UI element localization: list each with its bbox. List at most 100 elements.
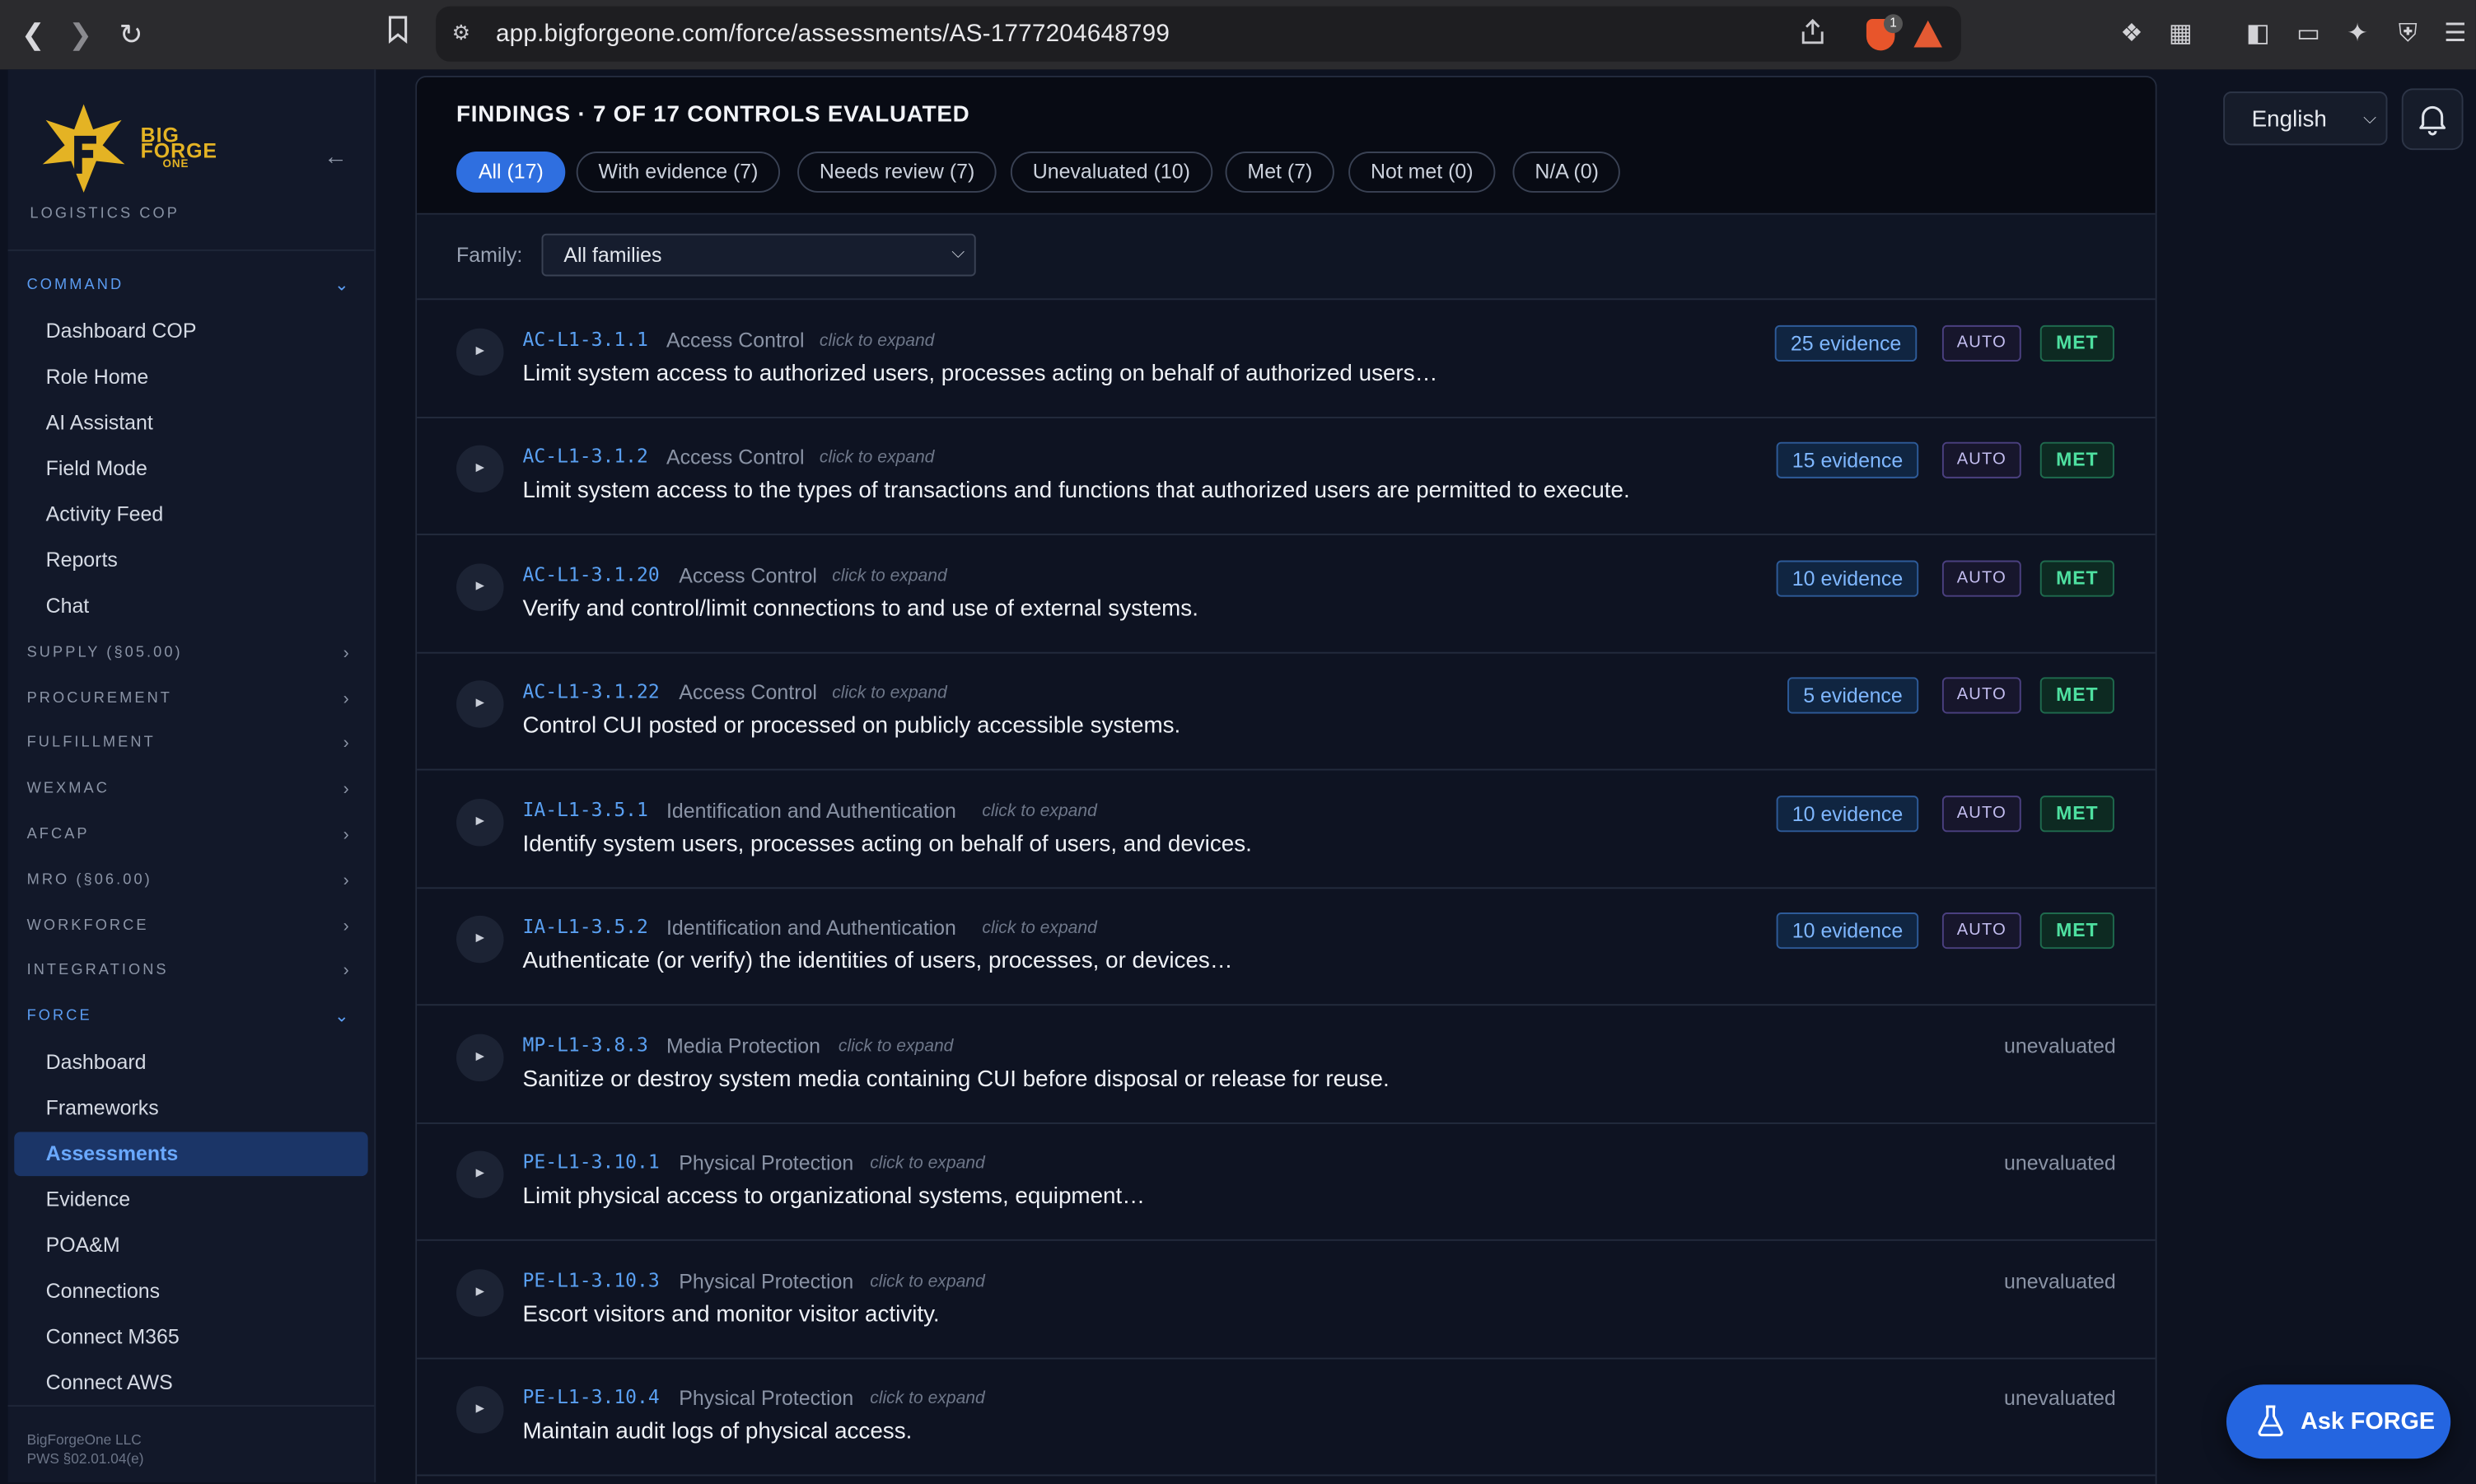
sidebar-item-evidence[interactable]: Evidence bbox=[14, 1178, 367, 1222]
sidebar-item-role-home[interactable]: Role Home bbox=[14, 355, 367, 399]
control-row[interactable]: ▶ IA-L1-3.5.2 Identification and Authent… bbox=[417, 887, 2156, 1006]
expand-hint: click to expand bbox=[982, 918, 1097, 938]
brave-rewards-icon[interactable] bbox=[1913, 20, 1942, 48]
status-badge: MET bbox=[2039, 324, 2114, 362]
collapse-sidebar-icon[interactable]: ← bbox=[324, 144, 349, 170]
auto-badge: AUTO bbox=[1941, 441, 2021, 478]
leo-ai-icon[interactable]: ✦ bbox=[2340, 17, 2375, 52]
section-mro[interactable]: MRO (§06.00) › bbox=[27, 866, 359, 895]
sidebar-item-chat[interactable]: Chat bbox=[14, 584, 367, 628]
expand-icon[interactable]: ▶ bbox=[456, 1150, 504, 1199]
filter-with-evidence[interactable]: With evidence (7) bbox=[576, 152, 781, 193]
evidence-badge[interactable]: 10 evidence bbox=[1776, 796, 1919, 833]
control-row[interactable]: ▶ PE-L1-3.10.1 Physical Protection click… bbox=[417, 1122, 2156, 1241]
filter-unevaluated[interactable]: Unevaluated (10) bbox=[1010, 152, 1212, 193]
control-description: Maintain audit logs of physical access. bbox=[522, 1419, 913, 1445]
bookmark-icon[interactable] bbox=[379, 16, 417, 54]
chevron-right-icon: › bbox=[343, 917, 349, 936]
control-row[interactable]: ▶ AC-L1-3.1.1 Access Control click to ex… bbox=[417, 300, 2156, 419]
evidence-badge[interactable]: 15 evidence bbox=[1776, 441, 1919, 478]
control-row[interactable]: ▶ PE-L1-3.10.4 Physical Protection click… bbox=[417, 1358, 2156, 1477]
expand-icon[interactable]: ▶ bbox=[456, 1034, 504, 1082]
expand-icon[interactable]: ▶ bbox=[456, 680, 504, 728]
expand-hint: click to expand bbox=[870, 1154, 985, 1174]
address-bar[interactable]: ⚙ app.bigforgeone.com/force/assessments/… bbox=[436, 6, 1961, 62]
section-force[interactable]: FORCE ⌄ bbox=[27, 1002, 359, 1031]
site-settings-icon[interactable]: ⚙ bbox=[448, 21, 474, 46]
sidebar-item-connect-aws[interactable]: Connect AWS bbox=[14, 1360, 367, 1405]
expand-icon[interactable]: ▶ bbox=[456, 445, 504, 493]
sidebar-item-connections[interactable]: Connections bbox=[14, 1269, 367, 1314]
chevron-down-icon: ⌄ bbox=[334, 1007, 349, 1027]
sidebar-item-assessments[interactable]: Assessments bbox=[14, 1132, 368, 1177]
chevron-right-icon: › bbox=[343, 689, 349, 709]
language-select[interactable]: English ⌵ bbox=[2223, 91, 2388, 146]
expand-icon[interactable]: ▶ bbox=[456, 915, 504, 964]
bigforge-logo bbox=[36, 101, 131, 196]
brave-shields-icon[interactable]: 1 bbox=[1866, 14, 1903, 51]
control-row[interactable]: ▶ AC-L1-3.1.20 Access Control click to e… bbox=[417, 535, 2156, 654]
section-afcap[interactable]: AFCAP › bbox=[27, 821, 359, 850]
back-icon[interactable]: ❮ bbox=[14, 16, 52, 54]
control-description: Verify and control/limit connections to … bbox=[522, 596, 1198, 623]
sidebar-item-reports[interactable]: Reports bbox=[14, 539, 367, 583]
flask-icon bbox=[2258, 1405, 2283, 1437]
control-row[interactable]: ▶ MP-L1-3.8.3 Media Protection click to … bbox=[417, 1006, 2156, 1124]
menu-icon[interactable]: ☰ bbox=[2438, 17, 2473, 52]
expand-icon[interactable]: ▶ bbox=[456, 1386, 504, 1434]
control-description: Authenticate (or verify) the identities … bbox=[522, 949, 1233, 974]
extensions-icon[interactable]: ❖ bbox=[2114, 17, 2149, 52]
sidebar-toggle-icon[interactable]: ◧ bbox=[2240, 17, 2275, 52]
section-fulfillment[interactable]: FULFILLMENT › bbox=[27, 730, 359, 758]
sidebar-item-field-mode[interactable]: Field Mode bbox=[14, 447, 367, 492]
filter-all[interactable]: All (17) bbox=[456, 152, 566, 193]
vpn-shield-icon[interactable]: ⛨ bbox=[2390, 17, 2425, 52]
expand-icon[interactable]: ▶ bbox=[456, 799, 504, 847]
section-supply[interactable]: SUPPLY (§05.00) › bbox=[27, 639, 359, 668]
divider bbox=[7, 1405, 375, 1407]
sidebar-item-ai-assistant[interactable]: AI Assistant bbox=[14, 401, 367, 446]
control-row[interactable]: ▶ AC-L1-3.1.22 Access Control click to e… bbox=[417, 652, 2156, 771]
url-text[interactable]: app.bigforgeone.com/force/assessments/AS… bbox=[496, 21, 1170, 49]
filter-met[interactable]: Met (7) bbox=[1225, 152, 1335, 193]
filter-na[interactable]: N/A (0) bbox=[1512, 152, 1621, 193]
control-description: Limit physical access to organizational … bbox=[522, 1183, 1146, 1210]
control-row[interactable]: ▶ PE-L1-3.10.3 Physical Protection click… bbox=[417, 1241, 2156, 1360]
sidebar-item-dashboard-cop[interactable]: Dashboard COP bbox=[14, 310, 367, 354]
evidence-badge[interactable]: 10 evidence bbox=[1776, 560, 1919, 597]
share-icon[interactable] bbox=[1797, 18, 1829, 50]
sidebar-item-connect-m365[interactable]: Connect M365 bbox=[14, 1315, 367, 1360]
expand-icon[interactable]: ▶ bbox=[456, 1269, 504, 1317]
control-family: Access Control bbox=[666, 445, 805, 469]
ask-forge-button[interactable]: Ask FORGE bbox=[2226, 1384, 2451, 1459]
evidence-badge[interactable]: 10 evidence bbox=[1776, 912, 1919, 950]
chevron-right-icon: › bbox=[343, 961, 349, 981]
filter-needs-review[interactable]: Needs review (7) bbox=[797, 152, 997, 193]
evidence-badge[interactable]: 5 evidence bbox=[1787, 677, 1918, 714]
sidebar-item-poam[interactable]: POA&M bbox=[14, 1224, 367, 1268]
section-workforce[interactable]: WORKFORCE › bbox=[27, 912, 359, 941]
sidebar-item-frameworks[interactable]: Frameworks bbox=[14, 1086, 367, 1131]
section-command[interactable]: COMMAND ⌄ bbox=[27, 272, 359, 301]
section-procurement[interactable]: PROCUREMENT › bbox=[27, 685, 359, 714]
browser-toolbar: ❮ ❯ ↻ ⚙ app.bigforgeone.com/force/assess… bbox=[0, 0, 2476, 70]
expand-icon[interactable]: ▶ bbox=[456, 563, 504, 611]
filter-not-met[interactable]: Not met (0) bbox=[1348, 152, 1496, 193]
control-row[interactable]: ▶ AC-L1-3.1.2 Access Control click to ex… bbox=[417, 417, 2156, 535]
forward-icon[interactable]: ❯ bbox=[62, 16, 100, 54]
wallet-icon[interactable]: ▭ bbox=[2291, 17, 2326, 52]
evidence-badge[interactable]: 25 evidence bbox=[1774, 324, 1918, 362]
expand-hint: click to expand bbox=[870, 1272, 985, 1292]
notifications-bell-icon[interactable] bbox=[2401, 88, 2464, 151]
sidebar-item-activity-feed[interactable]: Activity Feed bbox=[14, 492, 367, 537]
control-row[interactable]: ▶ IA-L1-3.5.1 Identification and Authent… bbox=[417, 770, 2156, 889]
expand-icon[interactable]: ▶ bbox=[456, 328, 504, 376]
sidebar-item-dashboard[interactable]: Dashboard bbox=[14, 1040, 367, 1085]
family-select[interactable]: All families ⌵ bbox=[541, 233, 976, 277]
section-integrations[interactable]: INTEGRATIONS › bbox=[27, 957, 359, 986]
sidebar-footer: BigForgeOne LLC PWS §02.01.04(e) bbox=[26, 1431, 144, 1467]
reload-icon[interactable]: ↻ bbox=[112, 16, 150, 54]
status-unevaluated: unevaluated bbox=[2003, 1150, 2116, 1175]
page-search-icon[interactable]: ▦ bbox=[2163, 17, 2198, 52]
section-wexmac[interactable]: WEXMAC › bbox=[27, 775, 359, 804]
